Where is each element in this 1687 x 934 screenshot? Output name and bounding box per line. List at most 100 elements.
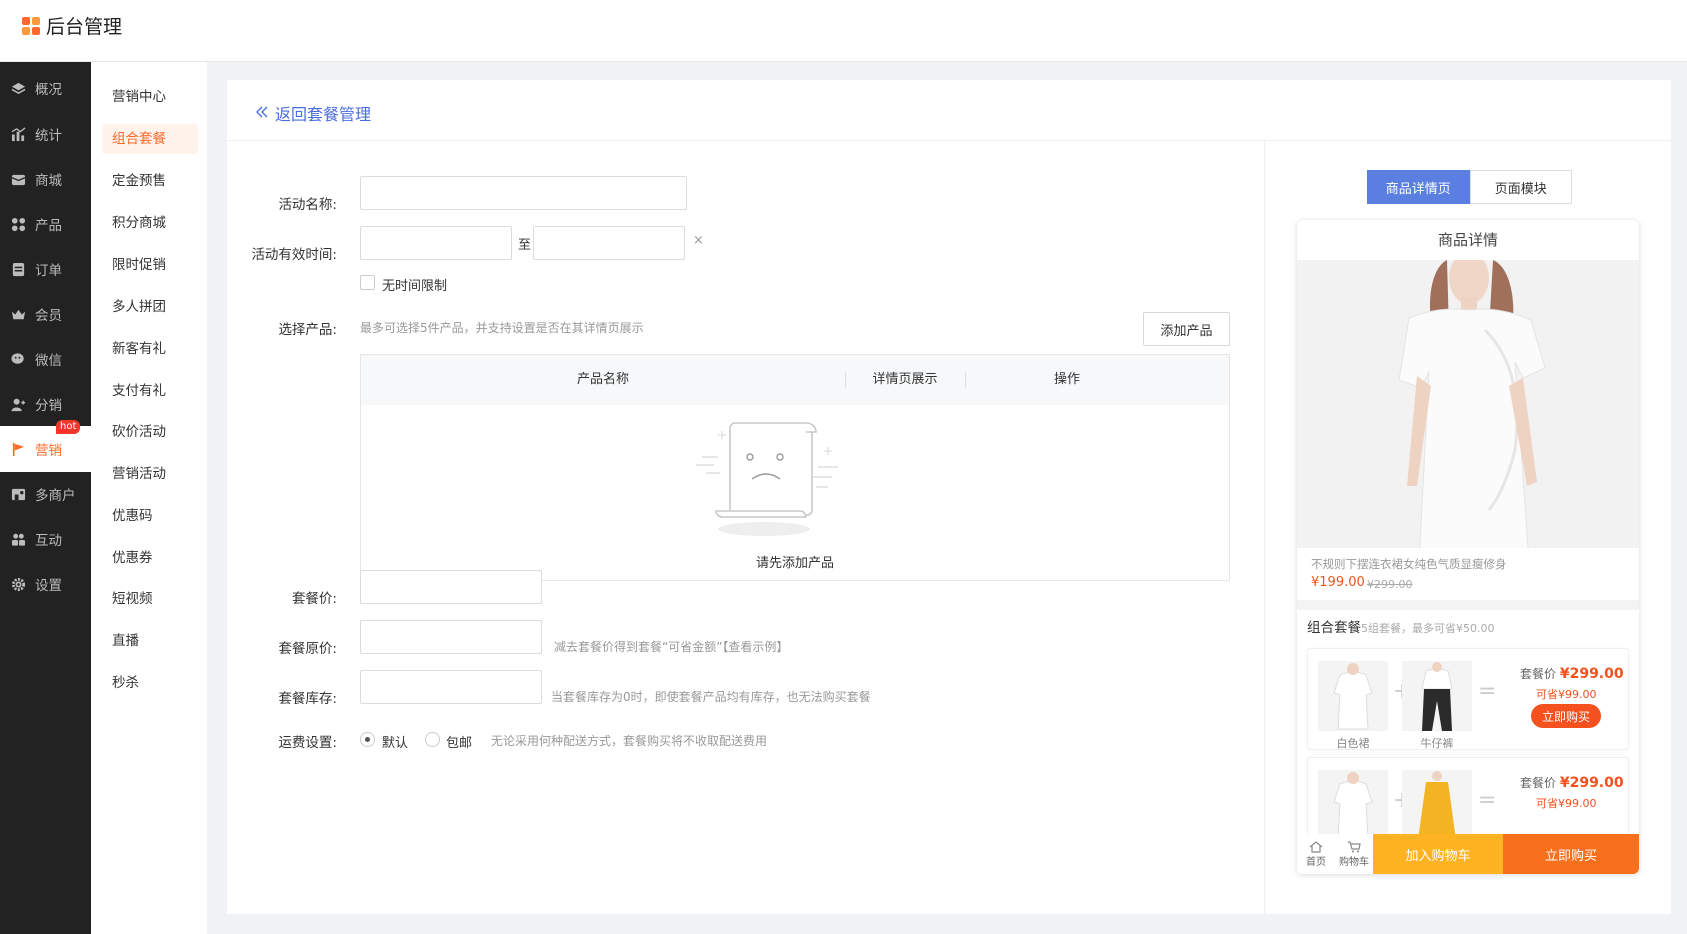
product-table: 产品名称 详情页展示 操作 请先添加产品 bbox=[360, 354, 1230, 581]
layers-icon bbox=[11, 81, 26, 96]
shipping-default-radio[interactable] bbox=[360, 732, 375, 747]
shipping-label: 运费设置: bbox=[278, 735, 337, 751]
back-link[interactable]: 返回套餐管理 bbox=[255, 101, 371, 125]
combo-item-thumb bbox=[1402, 661, 1472, 731]
stock-input[interactable] bbox=[360, 670, 542, 704]
column-product-name: 产品名称 bbox=[576, 372, 629, 387]
home-icon bbox=[1309, 840, 1323, 853]
stock-label: 套餐库存: bbox=[278, 691, 337, 707]
mail-icon bbox=[11, 172, 26, 187]
combo-item-thumb bbox=[1318, 770, 1388, 840]
submenu-item-deposit-presale[interactable]: 定金预售 bbox=[102, 166, 198, 196]
chart-icon bbox=[11, 126, 26, 142]
empty-illustration bbox=[692, 415, 852, 545]
combo-item-caption: 牛仔裤 bbox=[1420, 737, 1454, 750]
nav-item-product[interactable]: 产品 bbox=[0, 201, 91, 247]
product-info: 不规则下摆连衣裙女纯色气质显瘦修身 ¥199.00 ¥299.00 bbox=[1297, 548, 1639, 600]
no-time-limit-label: 无时间限制 bbox=[382, 279, 448, 294]
original-price-input[interactable] bbox=[360, 620, 542, 654]
submenu-item-payment-gift[interactable]: 支付有礼 bbox=[102, 376, 198, 406]
column-actions: 操作 bbox=[1053, 372, 1080, 387]
stock-hint: 当套餐库存为0时，即使套餐产品均有库存，也无法购买套餐 bbox=[551, 690, 871, 704]
submenu-item-bargain[interactable]: 砍价活动 bbox=[102, 417, 198, 447]
nav-item-overview[interactable]: 概况 bbox=[0, 65, 91, 111]
equals-icon: = bbox=[1478, 679, 1497, 704]
double-chevron-left-icon bbox=[255, 104, 269, 123]
main-panel: 返回套餐管理 活动名称: 活动有效时间: 至 × 无时间限制 选择产品: 最多可… bbox=[227, 80, 1671, 914]
document-icon bbox=[11, 262, 26, 277]
nav-item-orders[interactable]: 订单 bbox=[0, 246, 91, 292]
submenu-item-marketing-activity[interactable]: 营销活动 bbox=[102, 459, 198, 489]
primary-nav: 概况 统计 商城 产品 订单 会员 微信 分销 营销 hot 多商户 互动 设置 bbox=[0, 62, 91, 934]
marketing-submenu: 营销中心 组合套餐 定金预售 积分商城 限时促销 多人拼团 新客有礼 支付有礼 … bbox=[91, 62, 207, 934]
activity-name-input[interactable] bbox=[360, 176, 687, 210]
nav-item-interaction[interactable]: 互动 bbox=[0, 516, 91, 562]
app-title: 后台管理 bbox=[46, 16, 123, 38]
submenu-item-points-mall[interactable]: 积分商城 bbox=[102, 208, 198, 238]
combo-section-sub: 5组套餐，最多可省¥50.00 bbox=[1361, 622, 1495, 635]
select-product-label: 选择产品: bbox=[278, 322, 337, 338]
clear-time-icon[interactable]: × bbox=[693, 233, 704, 248]
nav-item-settings[interactable]: 设置 bbox=[0, 561, 91, 607]
combo-item-thumb bbox=[1402, 770, 1472, 840]
panel-divider bbox=[1264, 141, 1265, 914]
tab-page-module[interactable]: 页面模块 bbox=[1469, 170, 1572, 204]
shop-icon bbox=[11, 487, 26, 502]
submenu-item-combo-package[interactable]: 组合套餐 bbox=[102, 124, 198, 154]
product-table-header: 产品名称 详情页展示 操作 bbox=[361, 355, 1229, 405]
nav-item-members[interactable]: 会员 bbox=[0, 291, 91, 337]
back-row: 返回套餐管理 bbox=[227, 80, 1671, 141]
combo-card[interactable]: 白色裙 + 牛仔裤 = 套餐价 ¥299.00 可省¥99.00 立即购买 bbox=[1307, 648, 1629, 750]
column-detail-display: 详情页展示 bbox=[872, 372, 938, 387]
combo-price: 套餐价 ¥299.00 bbox=[1520, 775, 1624, 791]
add-to-cart-button[interactable]: 加入购物车 bbox=[1373, 834, 1503, 874]
nav-item-marketing[interactable]: 营销 hot bbox=[0, 420, 91, 472]
activity-name-label: 活动名称: bbox=[278, 197, 337, 213]
time-range-separator: 至 bbox=[518, 238, 532, 253]
combo-buy-button[interactable]: 立即购买 bbox=[1531, 704, 1601, 728]
submenu-item-flash-promo[interactable]: 限时促销 bbox=[102, 250, 198, 280]
product-image bbox=[1297, 260, 1639, 548]
nav-item-merchants[interactable]: 多商户 bbox=[0, 471, 91, 517]
gear-icon bbox=[11, 577, 26, 592]
add-product-button[interactable]: 添加产品 bbox=[1143, 312, 1230, 346]
phone-header-title: 商品详情 bbox=[1297, 220, 1639, 260]
package-price-label: 套餐价: bbox=[291, 591, 337, 607]
submenu-item-live[interactable]: 直播 bbox=[102, 626, 198, 656]
buy-now-button[interactable]: 立即购买 bbox=[1503, 834, 1639, 874]
hot-badge: hot bbox=[56, 420, 81, 434]
combo-save: 可省¥99.00 bbox=[1536, 688, 1597, 701]
tab-product-detail[interactable]: 商品详情页 bbox=[1367, 170, 1470, 204]
package-price-input[interactable] bbox=[360, 570, 542, 604]
combo-section-title: 组合套餐5组套餐，最多可省¥50.00 bbox=[1307, 620, 1495, 636]
product-old-price: ¥299.00 bbox=[1367, 578, 1413, 591]
phone-preview: 商品详情 不规则下摆连衣裙女纯色气质显瘦修身 ¥199.00 ¥299.00 组… bbox=[1297, 220, 1639, 874]
submenu-item-seckill[interactable]: 秒杀 bbox=[102, 668, 198, 698]
submenu-item-coupon[interactable]: 优惠券 bbox=[102, 543, 198, 573]
nav-item-wechat[interactable]: 微信 bbox=[0, 336, 91, 382]
product-name: 不规则下摆连衣裙女纯色气质显瘦修身 bbox=[1311, 557, 1507, 571]
start-time-input[interactable] bbox=[360, 226, 512, 260]
nav-item-mall[interactable]: 商城 bbox=[0, 156, 91, 202]
submenu-item-new-customer-gift[interactable]: 新客有礼 bbox=[102, 334, 198, 364]
original-price-hint[interactable]: 减去套餐价得到套餐“可省金额”【查看示例】 bbox=[554, 638, 788, 655]
top-bar: 后台管理 bbox=[0, 0, 1687, 62]
valid-time-label: 活动有效时间: bbox=[251, 247, 337, 263]
cart-icon bbox=[1348, 840, 1361, 852]
user-share-icon bbox=[11, 397, 26, 412]
bottom-cart[interactable]: 购物车 bbox=[1335, 834, 1373, 874]
nav-item-stats[interactable]: 统计 bbox=[0, 111, 91, 157]
submenu-item-promo-code[interactable]: 优惠码 bbox=[102, 501, 198, 531]
combo-save: 可省¥99.00 bbox=[1536, 797, 1597, 810]
submenu-item-marketing-center[interactable]: 营销中心 bbox=[102, 82, 198, 112]
app-logo[interactable]: 后台管理 bbox=[22, 12, 122, 39]
wechat-icon bbox=[11, 352, 26, 367]
users-icon bbox=[11, 532, 26, 547]
bottom-home[interactable]: 首页 bbox=[1297, 834, 1335, 874]
no-time-limit-checkbox[interactable] bbox=[360, 275, 375, 290]
equals-icon: = bbox=[1478, 788, 1497, 813]
submenu-item-short-video[interactable]: 短视频 bbox=[102, 584, 198, 614]
end-time-input[interactable] bbox=[533, 226, 685, 260]
shipping-free-radio[interactable] bbox=[425, 732, 440, 747]
submenu-item-group-buy[interactable]: 多人拼团 bbox=[102, 292, 198, 322]
